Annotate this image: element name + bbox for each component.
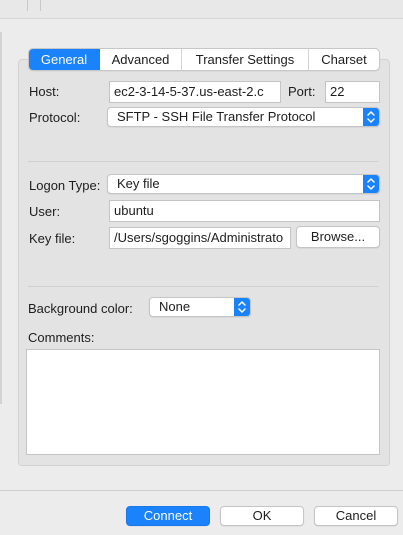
protocol-label: Protocol:	[29, 110, 81, 125]
up-down-chevron-icon	[363, 108, 379, 126]
host-label: Host:	[29, 84, 60, 99]
separator	[28, 161, 378, 162]
port-input[interactable]: 22	[325, 81, 380, 103]
background-color-select-value: None	[159, 299, 191, 314]
site-list-edge	[0, 32, 2, 404]
user-input[interactable]: ubuntu	[109, 200, 380, 222]
tab-advanced[interactable]: Advanced	[100, 49, 182, 70]
connect-button[interactable]: Connect	[126, 506, 210, 526]
top-divider	[40, 0, 41, 11]
background-color-select[interactable]: None	[149, 297, 251, 317]
protocol-select-value: SFTP - SSH File Transfer Protocol	[117, 109, 316, 124]
tab-general[interactable]: General	[29, 49, 100, 70]
protocol-select[interactable]: SFTP - SSH File Transfer Protocol	[107, 107, 380, 127]
logon-type-select-value: Key file	[117, 176, 160, 191]
port-label: Port:	[288, 84, 316, 99]
top-strip	[0, 0, 403, 19]
key-file-label: Key file:	[29, 231, 76, 246]
separator	[28, 286, 378, 287]
user-label: User:	[29, 204, 61, 219]
up-down-chevron-icon	[363, 175, 379, 193]
background-color-label: Background color:	[28, 301, 133, 316]
cancel-button[interactable]: Cancel	[314, 506, 398, 526]
tab-charset[interactable]: Charset	[309, 49, 379, 70]
tab-transfer-settings[interactable]: Transfer Settings	[182, 49, 309, 70]
top-divider	[27, 0, 28, 11]
logon-type-select[interactable]: Key file	[107, 174, 380, 194]
key-file-input[interactable]: /Users/sgoggins/Administrato	[109, 227, 291, 249]
comments-textarea[interactable]	[26, 349, 380, 455]
ok-button[interactable]: OK	[220, 506, 304, 526]
footer-separator	[0, 490, 403, 491]
up-down-chevron-icon	[234, 298, 250, 316]
logon-type-label: Logon Type:	[29, 178, 101, 193]
comments-label: Comments:	[28, 330, 95, 345]
tab-bar: General Advanced Transfer Settings Chars…	[28, 48, 380, 71]
host-input[interactable]: ec2-3-14-5-37.us-east-2.c	[109, 81, 281, 103]
browse-button[interactable]: Browse...	[296, 226, 380, 248]
